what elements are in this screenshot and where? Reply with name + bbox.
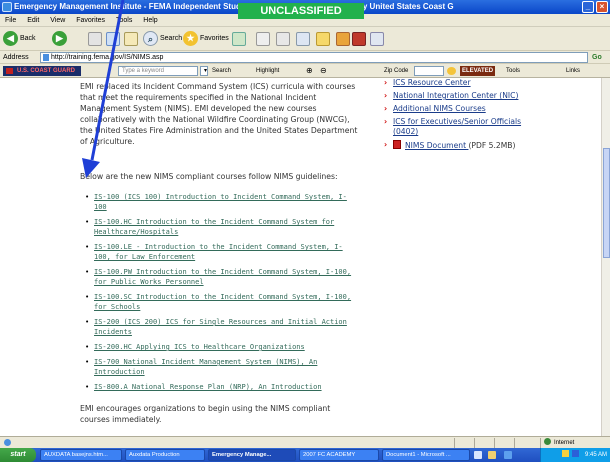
tray-network-icon[interactable]	[572, 450, 580, 457]
menu-favorites[interactable]: Favorites	[76, 17, 105, 24]
ie-icon	[2, 2, 12, 12]
taskbar-item-auxdata-production[interactable]: Auxdata Production	[125, 449, 205, 461]
edit-icon[interactable]	[296, 32, 310, 46]
messenger-icon[interactable]	[336, 32, 350, 46]
history-icon[interactable]	[232, 32, 246, 46]
google-toolbar: U.S. COAST GUARD Type a keyword ▾ Search…	[0, 64, 610, 78]
pdf-size: (PDF 5.2MB)	[468, 141, 516, 150]
taskbar-item-emergency-manage[interactable]: Emergency Manage...	[208, 449, 296, 461]
print-icon[interactable]	[276, 32, 290, 46]
close-button[interactable]: ×	[596, 1, 608, 13]
menu-file[interactable]: File	[5, 17, 16, 24]
menu-edit[interactable]: Edit	[27, 17, 39, 24]
google-search-button[interactable]: Search	[212, 64, 231, 78]
page-icon	[43, 54, 49, 61]
quick-launch-icon[interactable]	[474, 451, 482, 459]
search-dropdown[interactable]: ▾	[200, 66, 208, 76]
back-button[interactable]: ◀ Back	[3, 30, 36, 48]
taskbar-item-fc-academy[interactable]: 2007 FC ACADEMY	[299, 449, 379, 461]
weather-icon	[447, 67, 456, 75]
course-link-is-200[interactable]: IS-200 (ICS 200) ICS for Single Resource…	[85, 317, 385, 337]
taskbar-item-auxdata-basejns[interactable]: AUXDATA basejns.htm...	[40, 449, 122, 461]
favorites-label: Favorites	[199, 35, 229, 42]
intro-paragraph: EMI replaced its Incident Command System…	[80, 82, 358, 146]
quick-launch-ie-icon[interactable]	[504, 451, 512, 459]
related-links-sidebar: ICS Resource Center National Integration…	[384, 78, 574, 154]
status-bar: Internet	[0, 436, 610, 448]
clock: 9:45 AM	[584, 452, 607, 458]
favorites-button[interactable]: ★ Favorites	[183, 30, 229, 48]
link-additional-nims-courses[interactable]: Additional NIMS Courses	[384, 104, 574, 114]
address-label: Address	[3, 54, 29, 61]
menu-help[interactable]: Help	[143, 17, 157, 24]
link-nims-document[interactable]: NIMS Document (PDF 5.2MB)	[384, 140, 574, 151]
browser-screen: Emergency Management Institute - FEMA In…	[0, 0, 610, 462]
taskbar-item-document1[interactable]: Document1 - Microsoft ...	[382, 449, 470, 461]
search-icon: ⌕	[143, 30, 158, 46]
highlight-button[interactable]: Highlight	[256, 64, 279, 78]
classification-banner: UNCLASSIFIED	[238, 3, 364, 19]
media-icon[interactable]	[370, 32, 384, 46]
tools-menu[interactable]: Tools	[506, 64, 520, 78]
window-title-suffix: by United States Coast G	[358, 2, 454, 11]
tray-security-icon[interactable]	[561, 450, 569, 457]
page-content: EMI replaced its Incident Command System…	[0, 78, 610, 436]
course-list: IS-100 (ICS 100) Introduction to Inciden…	[85, 192, 385, 397]
mail-icon[interactable]	[256, 32, 270, 46]
favorites-star-icon: ★	[183, 30, 198, 46]
research-icon[interactable]	[352, 32, 366, 46]
address-input[interactable]: http://training.fema.gov/IS/NIMS.asp	[40, 52, 588, 63]
start-button[interactable]: start	[0, 448, 36, 462]
zoom-out-icon[interactable]: ⊖	[320, 64, 327, 78]
course-link-is-200-hc[interactable]: IS-200.HC Applying ICS to Healthcare Org…	[85, 342, 385, 352]
zoom-in-icon[interactable]: ⊕	[306, 64, 313, 78]
home-icon[interactable]	[124, 32, 138, 46]
taskbar: start AUXDATA basejns.htm... Auxdata Pro…	[0, 448, 610, 462]
forward-arrow-icon: ▶	[52, 30, 67, 46]
back-arrow-icon: ◀	[3, 30, 18, 46]
flag-icon	[6, 68, 13, 74]
closing-paragraph: EMI encourages organizations to begin us…	[80, 404, 331, 424]
minimize-button[interactable]: _	[582, 1, 594, 13]
menu-view[interactable]: View	[50, 17, 65, 24]
system-tray: 9:45 AM	[540, 448, 610, 462]
page-status-icon	[4, 439, 11, 446]
standard-toolbar: ◀ Back ▶ ⌕ Search ★ Favorites	[0, 27, 610, 51]
keyword-search-input[interactable]: Type a keyword	[118, 66, 198, 76]
course-link-is-800-a[interactable]: IS-800.A National Response Plan (NRP), A…	[85, 382, 385, 392]
vertical-scrollbar[interactable]	[601, 78, 610, 436]
quick-launch-folder-icon[interactable]	[488, 451, 496, 459]
globe-icon	[544, 438, 551, 445]
link-national-integration-center[interactable]: National Integration Center (NIC)	[384, 91, 574, 101]
address-bar: Address http://training.fema.gov/IS/NIMS…	[0, 51, 610, 64]
zip-code-label: Zip Code	[384, 68, 409, 74]
scrollbar-thumb[interactable]	[603, 148, 610, 258]
list-heading: Below are the new NIMS compliant courses…	[80, 172, 338, 181]
stop-icon[interactable]	[88, 32, 102, 46]
window-title: Emergency Management Institute - FEMA In…	[14, 2, 261, 11]
forward-button[interactable]: ▶	[52, 30, 67, 48]
course-link-is-100[interactable]: IS-100 (ICS 100) Introduction to Inciden…	[85, 192, 385, 212]
course-link-is-100-sc[interactable]: IS-100.SC Introduction to the Incident C…	[85, 292, 385, 312]
threat-level-badge: ELEVATED	[460, 66, 495, 76]
link-ics-resource-center[interactable]: ICS Resource Center	[384, 78, 574, 88]
menu-tools[interactable]: Tools	[116, 17, 132, 24]
pdf-icon	[393, 140, 401, 149]
toolbar-logo: U.S. COAST GUARD	[3, 66, 81, 76]
search-label: Search	[159, 35, 183, 42]
link-ics-executives[interactable]: ICS for Executives/Senior Officials(0402…	[384, 117, 574, 137]
folder-icon[interactable]	[316, 32, 330, 46]
course-link-is-700[interactable]: IS-700 National Incident Management Syst…	[85, 357, 385, 377]
links-menu[interactable]: Links	[566, 64, 580, 78]
zip-code-input[interactable]	[414, 66, 444, 76]
refresh-icon[interactable]	[106, 32, 120, 46]
course-link-is-100-pw[interactable]: IS-100.PW Introduction to the Incident C…	[85, 267, 385, 287]
go-button[interactable]: Go	[592, 51, 602, 64]
search-button[interactable]: ⌕ Search	[143, 30, 182, 48]
back-label: Back	[19, 35, 36, 42]
address-url: http://training.fema.gov/IS/NIMS.asp	[51, 54, 164, 61]
course-link-is-100-le[interactable]: IS-100.LE - Introduction to the Incident…	[85, 242, 385, 262]
course-link-is-100-hc[interactable]: IS-100.HC Introduction to the Incident C…	[85, 217, 385, 237]
